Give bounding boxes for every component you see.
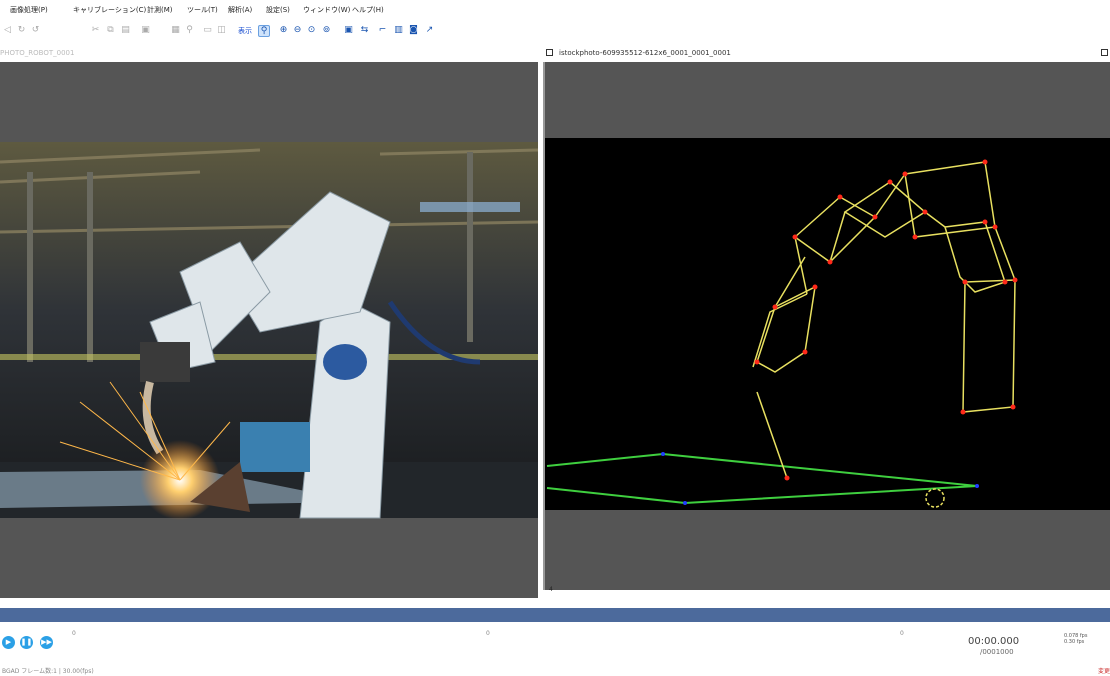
back-icon[interactable]: ◁ — [2, 25, 13, 36]
pause-icon[interactable]: ❚❚ — [20, 636, 33, 649]
maximize-icon[interactable] — [1101, 49, 1108, 56]
skeleton-view — [545, 138, 1110, 510]
toolbar: ◁ ↻ ↺ ✂ ⧉ ▤ ▣ ▦ ⚲ ▭ ◫ 表示 ⚲ ⊕ ⊖ ⊙ ⊚ ▣ ⇆ ⌐… — [0, 22, 1110, 42]
zoom-fit-icon[interactable]: ⊙ — [306, 25, 317, 36]
table-icon[interactable]: ▥ — [393, 25, 404, 36]
menu-item-tool[interactable]: ツール(T) — [187, 5, 218, 15]
menu-item-analysis[interactable]: 解析(A) — [228, 5, 252, 15]
tick-label: 0 — [72, 630, 76, 637]
zoom-reset-icon[interactable]: ⊚ — [321, 25, 332, 36]
next-icon[interactable]: ▶▶ — [40, 636, 53, 649]
right-pane-3d-view[interactable]: 4 — [543, 62, 1110, 593]
paste-icon[interactable]: ▤ — [120, 25, 131, 36]
cut-icon[interactable]: ✂ — [90, 25, 101, 36]
left-pane-title: PHOTO_ROBOT_0001 — [0, 46, 538, 60]
mode-label[interactable]: 表示 — [238, 26, 252, 36]
menu-item-window[interactable]: ウィンドウ(W) — [303, 5, 350, 15]
undo-icon[interactable]: ↺ — [30, 25, 41, 36]
frame-counter: /0001000 — [980, 648, 1014, 656]
timeline-track[interactable] — [0, 608, 1110, 622]
redo-icon[interactable]: ↻ — [16, 25, 27, 36]
copy-icon[interactable]: ⧉ — [105, 25, 116, 36]
image-icon[interactable]: ▣ — [343, 25, 354, 36]
save-icon[interactable]: ▣ — [140, 25, 151, 36]
menu-item-measure[interactable]: 計測(M) — [147, 5, 173, 15]
menu-item-calibration[interactable]: キャリブレーション(C) — [73, 5, 146, 15]
cylinder-icon[interactable]: ◙ — [408, 25, 419, 36]
speed-readout: 0.078 fps 0.30 fps — [1064, 633, 1088, 645]
frame-icon[interactable]: ▭ — [202, 25, 213, 36]
play-icon[interactable]: ▶ — [2, 636, 15, 649]
menu-item-settings[interactable]: 設定(S) — [266, 5, 290, 15]
window-icon — [546, 49, 553, 56]
status-bar-indicator: 変更 — [1098, 668, 1110, 675]
right-pane-title-text: istockphoto-609935512-612x6_0001_0001_00… — [559, 49, 731, 57]
tick-label: 0 — [486, 630, 490, 637]
grid-icon[interactable]: ▦ — [170, 25, 181, 36]
menu-bar: 画像処理(P) キャリブレーション(C) 計測(M) ツール(T) 解析(A) … — [0, 0, 1110, 22]
chart-icon[interactable]: ↗ — [424, 25, 435, 36]
arrow-icon[interactable]: ⇆ — [359, 25, 370, 36]
robot-photo — [0, 142, 538, 520]
zoom-out-icon[interactable]: ⊖ — [292, 25, 303, 36]
tick-label: 0 — [900, 630, 904, 637]
status-bar-text: BGAD フレーム数:1 | 30.00(fps) — [2, 668, 94, 675]
timecode-display: 00:00.000 — [968, 636, 1020, 647]
axis-icon[interactable]: ⌐ — [377, 25, 388, 36]
menu-item-image-processing[interactable]: 画像処理(P) — [10, 5, 48, 15]
left-pane-image-view[interactable] — [0, 62, 538, 598]
playback-panel: 0 0 0 — [0, 624, 1110, 664]
right-pane-title: istockphoto-609935512-612x6_0001_0001_00… — [543, 46, 1110, 60]
zoom-icon[interactable]: ⚲ — [258, 25, 270, 37]
right-pane-scroll-indicator: 4 — [549, 586, 553, 593]
layer-icon[interactable]: ◫ — [216, 25, 227, 36]
search-icon[interactable]: ⚲ — [184, 25, 195, 36]
zoom-in-icon[interactable]: ⊕ — [278, 25, 289, 36]
menu-item-help[interactable]: ヘルプ(H) — [352, 5, 384, 15]
